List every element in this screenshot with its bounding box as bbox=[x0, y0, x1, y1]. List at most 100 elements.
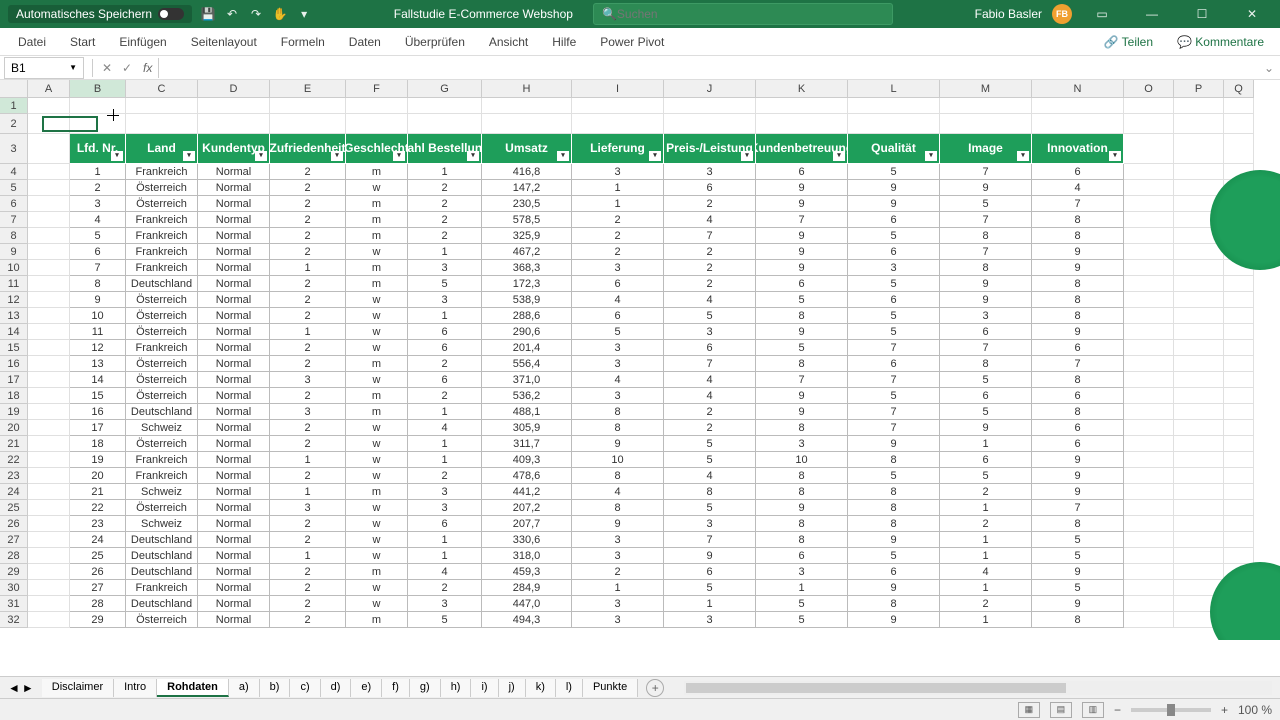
row-header[interactable]: 24 bbox=[0, 484, 28, 500]
table-cell[interactable]: 19 bbox=[70, 452, 126, 468]
touch-icon[interactable]: ✋ bbox=[272, 6, 288, 22]
row-header[interactable]: 2 bbox=[0, 114, 28, 134]
table-cell[interactable]: 4 bbox=[572, 292, 664, 308]
cell[interactable] bbox=[1224, 420, 1254, 436]
table-cell[interactable]: w bbox=[346, 244, 408, 260]
table-cell[interactable]: Deutschland bbox=[126, 596, 198, 612]
cell[interactable] bbox=[1224, 114, 1254, 134]
table-cell[interactable]: 11 bbox=[70, 324, 126, 340]
filter-icon[interactable]: ▾ bbox=[331, 151, 343, 161]
table-cell[interactable]: 9 bbox=[572, 436, 664, 452]
table-cell[interactable]: 9 bbox=[848, 612, 940, 628]
cell[interactable] bbox=[270, 114, 346, 134]
dropdown-icon[interactable]: ▾ bbox=[296, 6, 312, 22]
table-cell[interactable]: 5 bbox=[664, 308, 756, 324]
table-cell[interactable]: 9 bbox=[756, 228, 848, 244]
table-cell[interactable]: Normal bbox=[198, 164, 270, 180]
table-cell[interactable]: 7 bbox=[70, 260, 126, 276]
table-cell[interactable]: Österreich bbox=[126, 324, 198, 340]
cell[interactable] bbox=[1174, 134, 1224, 164]
row-header[interactable]: 22 bbox=[0, 452, 28, 468]
table-cell[interactable]: 1 bbox=[664, 596, 756, 612]
cell[interactable] bbox=[28, 484, 70, 500]
table-cell[interactable]: Normal bbox=[198, 292, 270, 308]
cell[interactable] bbox=[1174, 468, 1224, 484]
table-cell[interactable]: 7 bbox=[848, 404, 940, 420]
table-cell[interactable]: 9 bbox=[756, 388, 848, 404]
cell[interactable] bbox=[28, 468, 70, 484]
table-cell[interactable]: 8 bbox=[756, 516, 848, 532]
row-header[interactable]: 20 bbox=[0, 420, 28, 436]
table-cell[interactable]: 29 bbox=[70, 612, 126, 628]
table-cell[interactable]: 8 bbox=[940, 228, 1032, 244]
table-cell[interactable]: 305,9 bbox=[482, 420, 572, 436]
table-cell[interactable]: m bbox=[346, 276, 408, 292]
cell[interactable] bbox=[1124, 180, 1174, 196]
tab-seitenlayout[interactable]: Seitenlayout bbox=[181, 31, 267, 53]
sheet-tab[interactable]: d) bbox=[321, 679, 352, 697]
table-cell[interactable]: 8 bbox=[940, 260, 1032, 276]
table-cell[interactable]: m bbox=[346, 356, 408, 372]
table-cell[interactable]: 2 bbox=[664, 420, 756, 436]
table-cell[interactable]: 2 bbox=[270, 580, 346, 596]
table-cell[interactable]: 5 bbox=[756, 612, 848, 628]
table-cell[interactable]: 8 bbox=[1032, 212, 1124, 228]
table-cell[interactable]: 9 bbox=[756, 196, 848, 212]
table-cell[interactable]: 3 bbox=[408, 500, 482, 516]
cell[interactable] bbox=[1174, 532, 1224, 548]
table-cell[interactable]: w bbox=[346, 452, 408, 468]
column-header[interactable]: C bbox=[126, 80, 198, 98]
column-header[interactable]: F bbox=[346, 80, 408, 98]
cell[interactable] bbox=[28, 564, 70, 580]
row-header[interactable]: 28 bbox=[0, 548, 28, 564]
table-cell[interactable]: 26 bbox=[70, 564, 126, 580]
cell[interactable] bbox=[28, 500, 70, 516]
table-cell[interactable]: 2 bbox=[664, 196, 756, 212]
sheet-tab[interactable]: f) bbox=[382, 679, 410, 697]
table-cell[interactable]: w bbox=[346, 340, 408, 356]
cell[interactable] bbox=[28, 436, 70, 452]
table-cell[interactable]: 1 bbox=[940, 436, 1032, 452]
table-cell[interactable]: 4 bbox=[664, 468, 756, 484]
table-cell[interactable]: 4 bbox=[70, 212, 126, 228]
table-cell[interactable]: 2 bbox=[270, 180, 346, 196]
cell[interactable] bbox=[28, 612, 70, 628]
table-cell[interactable]: 2 bbox=[940, 596, 1032, 612]
table-cell[interactable]: 8 bbox=[848, 484, 940, 500]
table-cell[interactable]: 9 bbox=[572, 516, 664, 532]
table-cell[interactable]: 6 bbox=[408, 516, 482, 532]
table-cell[interactable]: 1 bbox=[408, 548, 482, 564]
cell[interactable] bbox=[1174, 548, 1224, 564]
table-cell[interactable]: m bbox=[346, 612, 408, 628]
maximize-icon[interactable]: ☐ bbox=[1182, 0, 1222, 28]
table-cell[interactable]: Normal bbox=[198, 452, 270, 468]
table-cell[interactable]: 488,1 bbox=[482, 404, 572, 420]
cell[interactable] bbox=[1174, 276, 1224, 292]
page-break-view-icon[interactable]: ▥ bbox=[1082, 702, 1104, 718]
table-cell[interactable]: 1 bbox=[270, 324, 346, 340]
cell[interactable] bbox=[664, 114, 756, 134]
table-cell[interactable]: 7 bbox=[848, 340, 940, 356]
column-header[interactable]: Q bbox=[1224, 80, 1254, 98]
table-cell[interactable]: 8 bbox=[572, 420, 664, 436]
table-cell[interactable]: 330,6 bbox=[482, 532, 572, 548]
comments-button[interactable]: 💬 Kommentare bbox=[1169, 31, 1272, 53]
table-cell[interactable]: 25 bbox=[70, 548, 126, 564]
table-cell[interactable]: 6 bbox=[664, 180, 756, 196]
table-header[interactable]: Anzahl Bestellungen▾ bbox=[408, 134, 482, 164]
table-cell[interactable]: 9 bbox=[1032, 244, 1124, 260]
table-cell[interactable]: 3 bbox=[664, 516, 756, 532]
ribbon-mode-icon[interactable]: ▭ bbox=[1082, 0, 1122, 28]
table-cell[interactable]: 2 bbox=[270, 340, 346, 356]
row-header[interactable]: 14 bbox=[0, 324, 28, 340]
table-cell[interactable]: 9 bbox=[848, 196, 940, 212]
sheet-tab[interactable]: l) bbox=[556, 679, 583, 697]
table-cell[interactable]: 3 bbox=[70, 196, 126, 212]
table-cell[interactable]: 2 bbox=[270, 596, 346, 612]
table-cell[interactable]: 5 bbox=[1032, 548, 1124, 564]
table-cell[interactable]: 5 bbox=[940, 404, 1032, 420]
table-cell[interactable]: 1 bbox=[408, 244, 482, 260]
table-cell[interactable]: 1 bbox=[756, 580, 848, 596]
table-cell[interactable]: 2 bbox=[270, 420, 346, 436]
cell[interactable] bbox=[1224, 356, 1254, 372]
